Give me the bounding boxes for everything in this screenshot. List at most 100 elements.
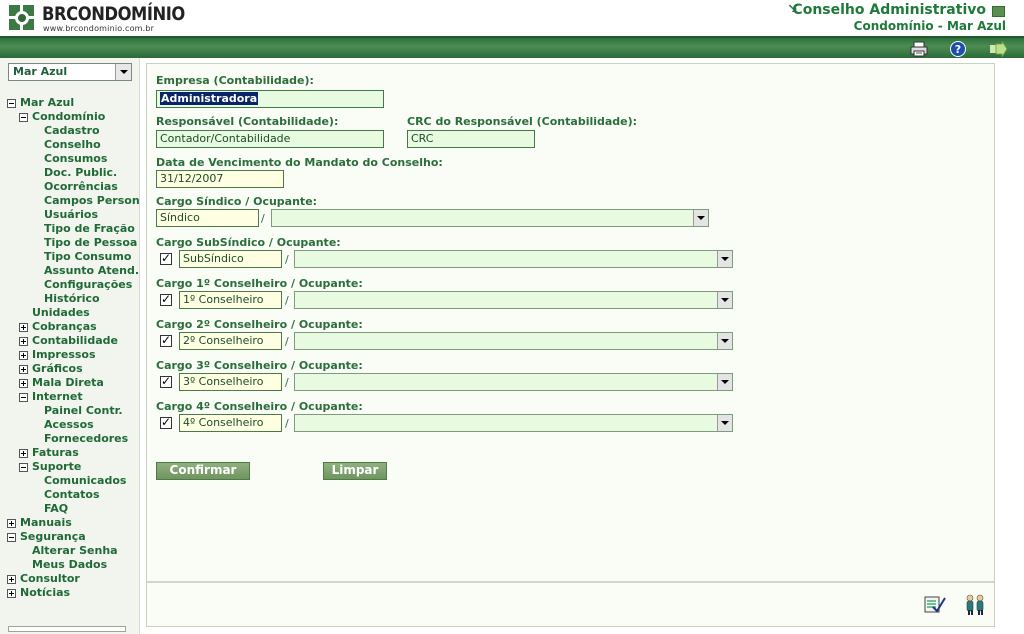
- condominio-select[interactable]: Mar Azul: [8, 63, 132, 81]
- sidebar-item[interactable]: Conselho: [7, 138, 139, 152]
- sidebar-item[interactable]: Segurança: [7, 530, 139, 544]
- ocupante-select[interactable]: [294, 291, 733, 309]
- expand-icon[interactable]: [19, 323, 28, 332]
- expand-icon[interactable]: [19, 337, 28, 346]
- sidebar-item[interactable]: Meus Dados: [7, 558, 139, 572]
- sidebar-item[interactable]: Unidades: [7, 306, 139, 320]
- sidebar-item[interactable]: Cadastro: [7, 124, 139, 138]
- sidebar-item[interactable]: Mala Direta: [7, 376, 139, 390]
- expand-icon[interactable]: [7, 589, 16, 598]
- sidebar-item[interactable]: Tipo de Pessoa: [7, 236, 139, 250]
- cargo-name-field[interactable]: 3º Conselheiro: [179, 373, 282, 391]
- crc-field[interactable]: CRC: [407, 130, 535, 148]
- clear-button[interactable]: Limpar: [323, 462, 387, 480]
- expand-icon[interactable]: [19, 365, 28, 374]
- collapse-icon[interactable]: [19, 463, 28, 472]
- expand-icon[interactable]: [7, 519, 16, 528]
- exit-icon[interactable]: [989, 41, 1007, 57]
- sidebar-item[interactable]: Painel Contr.: [7, 404, 139, 418]
- sidebar-item-label: Doc. Public.: [44, 166, 118, 179]
- menu-box-icon[interactable]: [992, 6, 1005, 17]
- confirm-button[interactable]: Confirmar: [156, 462, 250, 480]
- chevron-down-icon[interactable]: [115, 64, 131, 80]
- cargo-checkbox[interactable]: [160, 292, 172, 306]
- sidebar-item[interactable]: Tipo Consumo: [7, 250, 139, 264]
- cargo-name-field[interactable]: 2º Conselheiro: [179, 332, 282, 350]
- chevron-down-icon[interactable]: [693, 210, 708, 226]
- sidebar-item[interactable]: Histórico: [7, 292, 139, 306]
- ocupante-select[interactable]: [294, 332, 733, 350]
- cargo-label: Cargo 3º Conselheiro / Ocupante:: [156, 359, 363, 372]
- sidebar-item[interactable]: Assunto Atend.: [7, 264, 139, 278]
- sidebar-item[interactable]: Impressos: [7, 348, 139, 362]
- expand-icon[interactable]: [19, 449, 28, 458]
- users-icon[interactable]: [963, 593, 987, 615]
- sidebar-scrollbar[interactable]: [8, 626, 126, 632]
- sidebar-item[interactable]: Acessos: [7, 418, 139, 432]
- sidebar-item[interactable]: Consultor: [7, 572, 139, 586]
- sidebar-item-label: Mala Direta: [32, 376, 104, 389]
- condominio-select-value: Mar Azul: [13, 65, 68, 78]
- chevron-down-icon[interactable]: [717, 374, 732, 390]
- cargo-checkbox[interactable]: [160, 415, 172, 429]
- ocupante-select[interactable]: [271, 209, 709, 227]
- collapse-icon[interactable]: [19, 393, 28, 402]
- chevron-down-icon[interactable]: [717, 251, 732, 267]
- sidebar-item-label: Faturas: [32, 446, 79, 459]
- collapse-icon[interactable]: [7, 99, 16, 108]
- chevron-down-icon[interactable]: [717, 292, 732, 308]
- brand-logo[interactable]: BRCONDOMÍNIO www.brcondominio.com.br: [9, 3, 185, 33]
- ocupante-select[interactable]: [294, 414, 733, 432]
- cargo-checkbox[interactable]: [160, 374, 172, 388]
- sidebar-item[interactable]: Doc. Public.: [7, 166, 139, 180]
- expand-icon[interactable]: [19, 351, 28, 360]
- sidebar-item[interactable]: Configurações: [7, 278, 139, 292]
- sidebar-item[interactable]: Gráficos: [7, 362, 139, 376]
- sidebar-item-label: Notícias: [20, 586, 71, 599]
- cargo-name-field[interactable]: Síndico: [156, 209, 259, 227]
- collapse-icon[interactable]: [7, 533, 16, 542]
- sidebar-item[interactable]: Campos Person: [7, 194, 140, 208]
- cargo-name-field[interactable]: SubSíndico: [179, 250, 282, 268]
- sidebar-item[interactable]: Manuais: [7, 516, 139, 530]
- sidebar-item[interactable]: Notícias: [7, 586, 139, 600]
- sidebar-item[interactable]: Fornecedores: [7, 432, 139, 446]
- cargo-checkbox[interactable]: [160, 333, 172, 347]
- sidebar-item[interactable]: FAQ: [7, 502, 139, 516]
- responsavel-field[interactable]: Contador/Contabilidade: [156, 130, 384, 148]
- empresa-field[interactable]: Administradora: [156, 90, 384, 108]
- sidebar-item[interactable]: Alterar Senha: [7, 544, 139, 558]
- sidebar-item[interactable]: Usuários: [7, 208, 139, 222]
- sidebar-item[interactable]: Contabilidade: [7, 334, 139, 348]
- cargo-label: Cargo SubSíndico / Ocupante:: [156, 236, 341, 249]
- cargo-label: Cargo 4º Conselheiro / Ocupante:: [156, 400, 363, 413]
- chevron-down-icon[interactable]: [717, 415, 732, 431]
- cargo-name-field[interactable]: 1º Conselheiro: [179, 291, 282, 309]
- collapse-icon[interactable]: [19, 113, 28, 122]
- vencimento-field[interactable]: 31/12/2007: [156, 170, 284, 188]
- expand-icon[interactable]: [7, 575, 16, 584]
- sidebar-item[interactable]: Internet: [7, 390, 139, 404]
- crc-label: CRC do Responsável (Contabilidade):: [407, 115, 638, 128]
- cargo-name-field[interactable]: 4º Conselheiro: [179, 414, 282, 432]
- sidebar-item[interactable]: Contatos: [7, 488, 139, 502]
- help-icon[interactable]: ?: [949, 41, 967, 57]
- sidebar-item[interactable]: Tipo de Fração: [7, 222, 139, 236]
- sidebar-item-label: Segurança: [20, 530, 86, 543]
- edit-list-icon[interactable]: [923, 593, 947, 615]
- sidebar-item[interactable]: Consumos: [7, 152, 139, 166]
- page-subtitle: Condomínio - Mar Azul: [853, 19, 1006, 33]
- chevron-down-icon[interactable]: [717, 333, 732, 349]
- cargo-checkbox[interactable]: [160, 251, 172, 265]
- ocupante-select[interactable]: [294, 250, 733, 268]
- printer-icon[interactable]: [910, 41, 928, 57]
- sidebar-item[interactable]: Condomínio: [7, 110, 139, 124]
- expand-icon[interactable]: [19, 379, 28, 388]
- sidebar-item[interactable]: Faturas: [7, 446, 139, 460]
- sidebar-item[interactable]: Cobranças: [7, 320, 139, 334]
- ocupante-select[interactable]: [294, 373, 733, 391]
- sidebar-item[interactable]: Suporte: [7, 460, 139, 474]
- sidebar-item[interactable]: Ocorrências: [7, 180, 139, 194]
- sidebar-item[interactable]: Mar Azul: [7, 96, 139, 110]
- sidebar-item[interactable]: Comunicados: [7, 474, 139, 488]
